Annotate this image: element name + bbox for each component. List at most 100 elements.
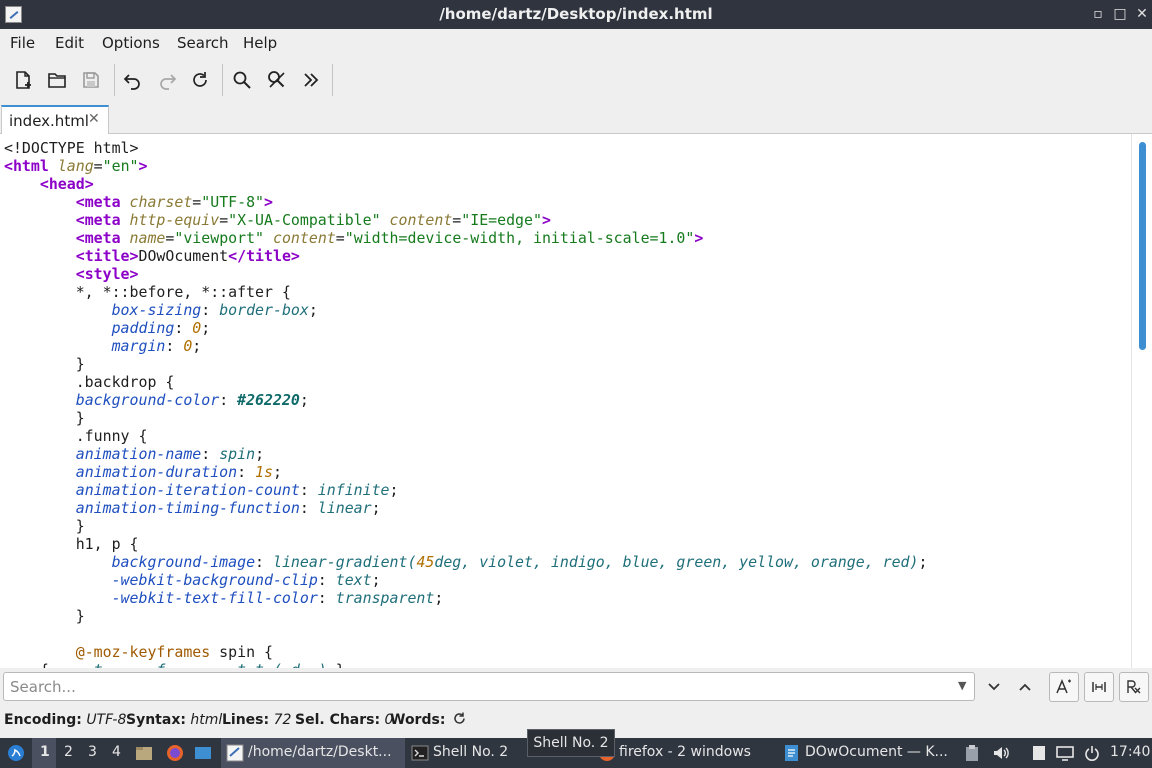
- close-button[interactable]: ✕: [1133, 5, 1151, 23]
- toolbar: [0, 57, 1152, 103]
- workspace-1[interactable]: 1: [40, 744, 50, 760]
- code-line[interactable]: -webkit-text-fill-color: transparent;: [4, 589, 927, 607]
- code-line[interactable]: .backdrop {: [4, 373, 927, 391]
- scrollbar-thumb[interactable]: [1139, 142, 1146, 350]
- code-token: >: [264, 193, 273, 211]
- code-token: http-equiv: [129, 211, 220, 229]
- code-line[interactable]: <html lang="en">: [4, 157, 927, 175]
- code-line[interactable]: animation-timing-function: linear;: [4, 499, 927, 517]
- code-token: infinite: [317, 481, 390, 499]
- more-button[interactable]: [296, 65, 326, 95]
- code-line[interactable]: animation-duration: 1s;: [4, 463, 927, 481]
- code-line[interactable]: -webkit-background-clip: text;: [4, 571, 927, 589]
- menu-options[interactable]: Options: [102, 34, 160, 52]
- code-text[interactable]: <!DOCTYPE html> <html lang="en"> <head> <…: [4, 139, 927, 668]
- code-line[interactable]: @-moz-keyframes spin {: [4, 643, 927, 661]
- code-line[interactable]: <head>: [4, 175, 927, 193]
- code-line[interactable]: h1, p {: [4, 535, 927, 553]
- code-line[interactable]: background-color: #262220;: [4, 391, 927, 409]
- minimize-button[interactable]: ▫: [1089, 5, 1107, 23]
- code-token: animation-name: [75, 445, 202, 463]
- code-line[interactable]: <meta name="viewport" content="width=dev…: [4, 229, 927, 247]
- find-button[interactable]: [227, 65, 257, 95]
- task-label: DOwOcument — K...: [805, 744, 948, 760]
- code-token: :: [174, 319, 193, 337]
- save-button[interactable]: [76, 65, 106, 95]
- show-desktop-icon[interactable]: [194, 744, 212, 762]
- code-line[interactable]: animation-iteration-count: infinite;: [4, 481, 927, 499]
- code-line[interactable]: box-sizing: border-box;: [4, 301, 927, 319]
- menu-edit[interactable]: Edit: [55, 34, 84, 52]
- menu-file[interactable]: File: [10, 34, 35, 52]
- search-input[interactable]: [3, 672, 975, 701]
- workspace-4[interactable]: 4: [112, 744, 121, 760]
- undo-button[interactable]: [118, 65, 148, 95]
- code-line[interactable]: margin: 0;: [4, 337, 927, 355]
- code-line[interactable]: animation-name: spin;: [4, 445, 927, 463]
- code-line[interactable]: .funny {: [4, 427, 927, 445]
- code-line[interactable]: }: [4, 517, 927, 535]
- find-next-button[interactable]: [981, 674, 1007, 700]
- menu-search[interactable]: Search: [177, 34, 229, 52]
- redo-icon: [160, 74, 177, 90]
- code-line[interactable]: [4, 625, 927, 643]
- start-menu-icon[interactable]: [7, 744, 25, 762]
- code-token: linear: [317, 499, 372, 517]
- code-line[interactable]: }: [4, 355, 927, 373]
- maximize-button[interactable]: □: [1111, 5, 1129, 23]
- refresh-word-count-icon[interactable]: [452, 711, 467, 730]
- power-tray-icon[interactable]: [1083, 744, 1101, 762]
- code-token: DOwOcument: [138, 247, 229, 265]
- code-line[interactable]: <style>: [4, 265, 927, 283]
- code-line[interactable]: { t f t t ( d ) }: [4, 661, 927, 668]
- workspace-2[interactable]: 2: [64, 744, 73, 760]
- tab-close-icon[interactable]: ✕: [88, 111, 100, 127]
- file-manager-launcher-icon[interactable]: [135, 744, 153, 762]
- code-line[interactable]: background-image: linear-gradient(45deg,…: [4, 553, 928, 571]
- code-line[interactable]: <meta charset="UTF-8">: [4, 193, 927, 211]
- clipboard-tray-icon[interactable]: [963, 744, 981, 762]
- code-line[interactable]: }: [4, 607, 927, 625]
- code-token: -webkit-text-fill-color: [111, 589, 318, 607]
- code-line[interactable]: }: [4, 409, 927, 427]
- workspace-3[interactable]: 3: [88, 744, 97, 760]
- notes-tray-icon[interactable]: [1030, 744, 1048, 762]
- menu-help[interactable]: Help: [243, 34, 277, 52]
- toolbar-separator: [222, 64, 223, 96]
- chevron-down-icon: [988, 683, 1000, 691]
- open-file-button[interactable]: [42, 65, 72, 95]
- whole-word-toggle[interactable]: [1084, 672, 1114, 702]
- search-history-dropdown-icon[interactable]: ▼: [958, 679, 966, 692]
- code-token: ;: [389, 481, 399, 499]
- match-case-toggle[interactable]: [1049, 672, 1079, 702]
- task-firefox-windows[interactable]: firefox - 2 windows: [595, 738, 773, 768]
- title-bar[interactable]: /home/dartz/Desktop/index.html ▫ □ ✕: [0, 0, 1152, 29]
- redo-button[interactable]: [152, 65, 182, 95]
- code-token: charset: [129, 193, 193, 211]
- code-token: {: [4, 661, 94, 668]
- task-browser-document[interactable]: DOwOcument — K...: [778, 738, 953, 768]
- clock[interactable]: 17:40: [1110, 744, 1150, 760]
- firefox-launcher-icon[interactable]: [166, 744, 184, 762]
- toolbar-separator: [332, 64, 333, 96]
- browser-task-icon: [783, 744, 801, 762]
- vertical-scrollbar[interactable]: [1131, 134, 1152, 668]
- find-previous-button[interactable]: [1012, 674, 1038, 700]
- code-line[interactable]: <meta http-equiv="X-UA-Compatible" conte…: [4, 211, 927, 229]
- code-line[interactable]: <!DOCTYPE html>: [4, 139, 927, 157]
- code-token: <style>: [75, 265, 139, 283]
- regex-toggle[interactable]: [1119, 672, 1149, 702]
- new-document-button[interactable]: [8, 65, 38, 95]
- code-line[interactable]: <title>DOwOcument</title>: [4, 247, 927, 265]
- code-token: ;: [201, 319, 211, 337]
- replace-button[interactable]: [262, 65, 292, 95]
- reload-button[interactable]: [185, 65, 215, 95]
- code-editor[interactable]: <!DOCTYPE html> <html lang="en"> <head> <…: [0, 134, 1152, 668]
- code-line[interactable]: padding: 0;: [4, 319, 927, 337]
- code-line[interactable]: *, *::before, *::after {: [4, 283, 927, 301]
- tab-index-html[interactable]: index.html ✕: [1, 105, 109, 135]
- volume-icon[interactable]: [992, 744, 1010, 762]
- task-editor-window[interactable]: /home/dartz/Deskt...: [221, 738, 405, 768]
- syntax-status[interactable]: Syntax: html: [126, 712, 222, 728]
- display-tray-icon[interactable]: [1056, 744, 1074, 762]
